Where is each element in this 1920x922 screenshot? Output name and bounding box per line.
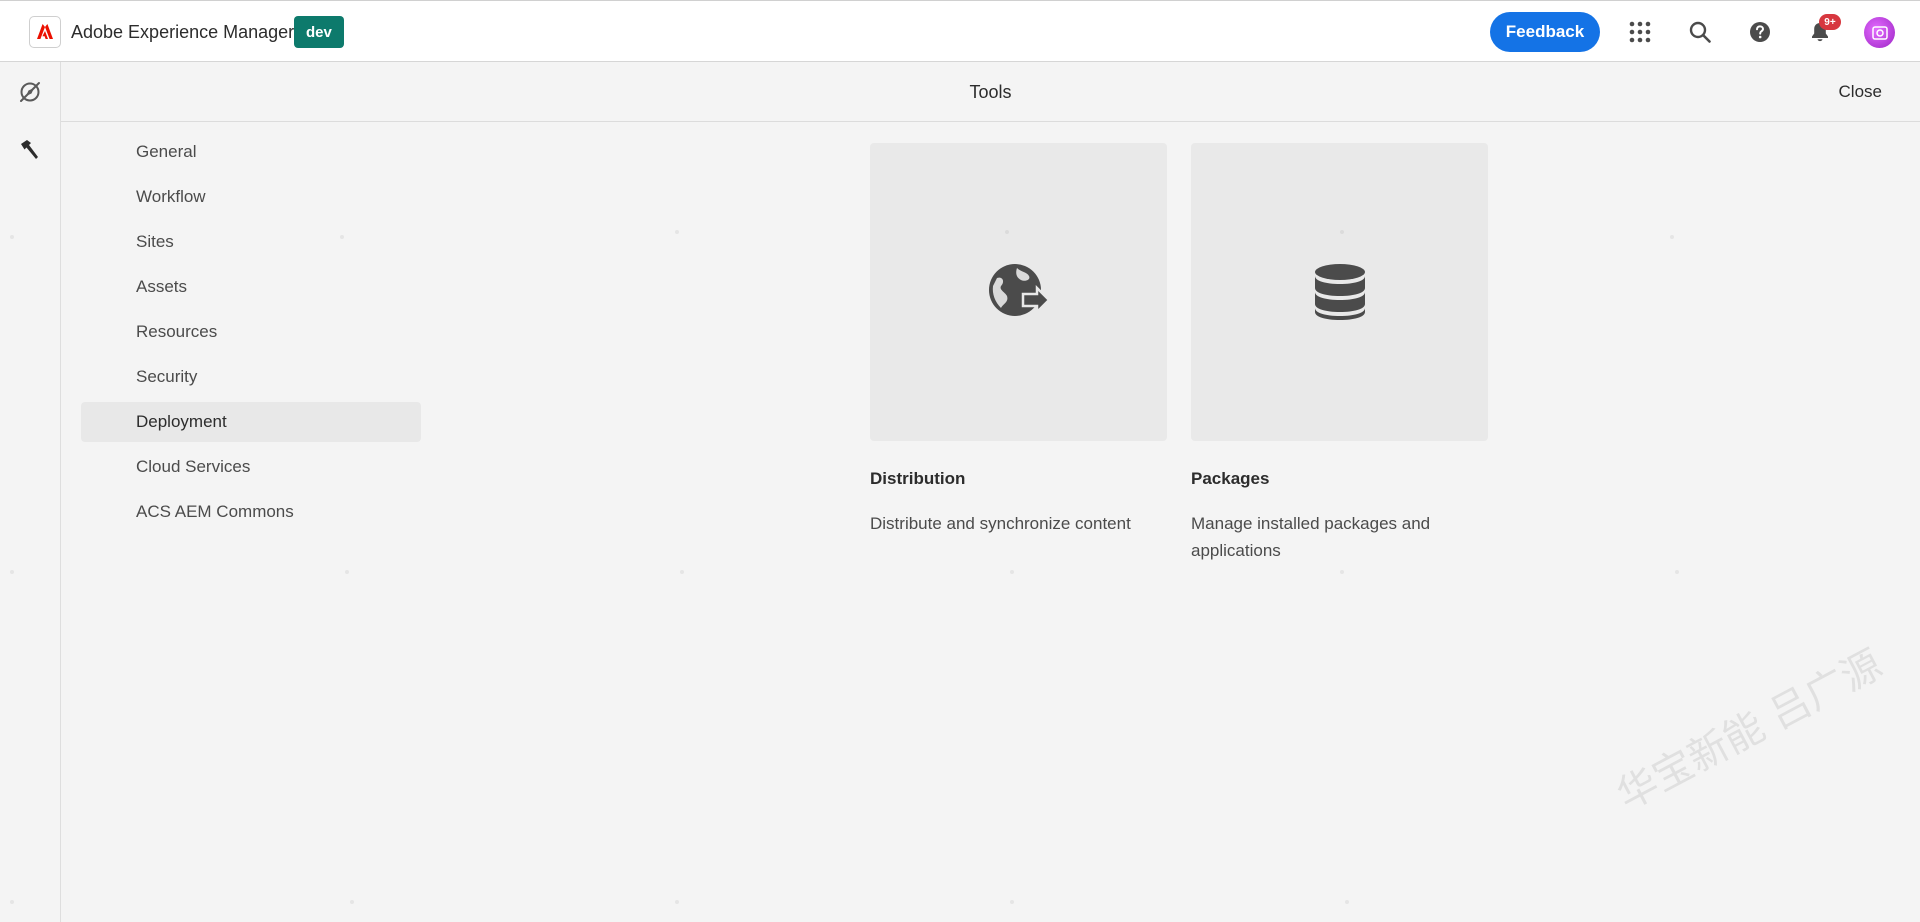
adobe-logo-icon [29,16,61,48]
globe-share-icon [988,264,1051,316]
watermark-dot [10,570,14,574]
watermark-dot [1670,235,1674,239]
grid-apps-icon[interactable] [1625,17,1655,47]
card-title[interactable]: Packages [1191,469,1488,489]
nav-item-workflow[interactable]: Workflow [81,177,421,217]
compass-icon[interactable] [15,77,45,107]
page-title: Tools [969,82,1012,102]
nav-item-general[interactable]: General [81,132,421,172]
nav-item-sites[interactable]: Sites [81,222,421,262]
brand[interactable]: Adobe Experience Manager [29,16,294,48]
feedback-button[interactable]: Feedback [1490,12,1600,52]
watermark-dot [1345,900,1349,904]
watermark-dot [1010,570,1014,574]
card-thumbnail[interactable] [1191,143,1488,441]
watermark: 华宝新能 吕广源 [1609,641,1890,820]
environment-badge: dev [294,16,344,48]
card-description: Manage installed packages and applicatio… [1191,514,1431,560]
watermark-dot [345,570,349,574]
watermark-dot [10,900,14,904]
nav-item-resources[interactable]: Resources [81,312,421,352]
left-rail [0,62,61,922]
search-icon[interactable] [1685,17,1715,47]
watermark-dot [350,900,354,904]
tool-card-distribution[interactable]: Distribution Distribute and synchronize … [870,143,1167,537]
close-button[interactable]: Close [1839,62,1882,122]
watermark-dot [675,230,679,234]
watermark-dot [675,900,679,904]
notification-count-badge: 9+ [1819,14,1841,30]
tool-card-packages[interactable]: Packages Manage installed packages and a… [1191,143,1488,564]
bell-icon[interactable]: 9+ [1805,14,1841,47]
watermark-dot [1010,900,1014,904]
watermark-dot [1340,230,1344,234]
watermark-dot [1005,230,1009,234]
top-header: Adobe Experience Manager dev Feedback 9+ [0,0,1920,62]
watermark-dot [340,235,344,239]
help-icon[interactable] [1745,17,1775,47]
hammer-icon[interactable] [15,135,45,165]
database-icon [1314,264,1365,320]
nav-item-security[interactable]: Security [81,357,421,397]
nav-item-assets[interactable]: Assets [81,267,421,307]
nav-item-acs-aem-commons[interactable]: ACS AEM Commons [81,492,421,532]
card-description: Distribute and synchronize content [870,514,1131,533]
tools-category-list: General Workflow Sites Assets Resources … [81,132,421,537]
app-name: Adobe Experience Manager [71,21,295,42]
watermark-dot [10,235,14,239]
card-title[interactable]: Distribution [870,469,1167,489]
watermark-dot [1340,570,1344,574]
watermark-dot [680,570,684,574]
nav-item-deployment[interactable]: Deployment [81,402,421,442]
watermark-dot [1675,570,1679,574]
card-thumbnail[interactable] [870,143,1167,441]
user-avatar[interactable] [1864,17,1895,48]
title-bar: Tools Close [61,62,1920,122]
nav-item-cloud-services[interactable]: Cloud Services [81,447,421,487]
